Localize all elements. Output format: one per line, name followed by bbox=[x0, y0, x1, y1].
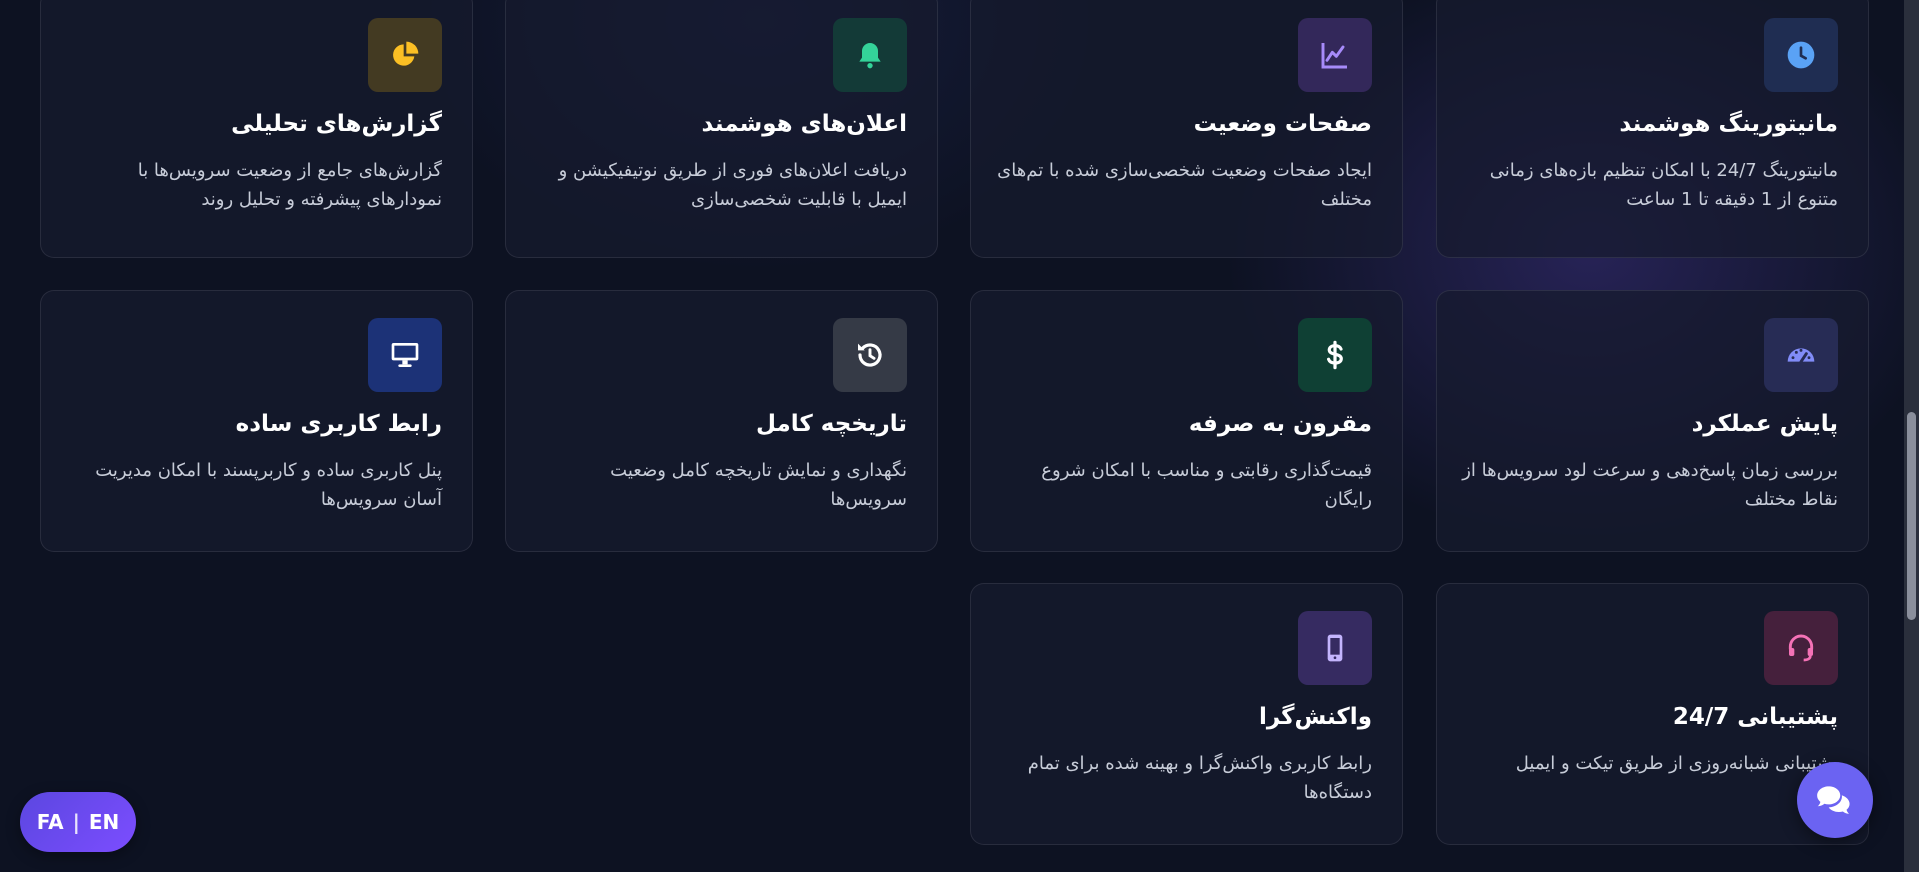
desktop-icon bbox=[368, 318, 442, 392]
scrollbar-thumb[interactable] bbox=[1907, 412, 1916, 620]
language-toggle-button[interactable]: FA | EN bbox=[20, 792, 136, 852]
feature-description: بررسی زمان پاسخ‌دهی و سرعت لود سرویس‌ها … bbox=[1462, 460, 1838, 510]
chat-button[interactable] bbox=[1797, 762, 1873, 838]
feature-title: رابط کاربری ساده bbox=[235, 411, 442, 437]
clock-icon bbox=[1764, 18, 1838, 92]
feature-card-ui: رابط کاربری ساده پنل کاربری ساده و کاربر… bbox=[40, 290, 473, 552]
feature-card-monitoring: مانیتورینگ هوشمند مانیتورینگ 24/7 با امک… bbox=[1436, 0, 1869, 258]
language-en-option[interactable]: EN bbox=[89, 810, 119, 834]
feature-description: نگهداری و نمایش تاریخچه کامل وضعیت سرویس… bbox=[610, 460, 907, 510]
feature-title: مقرون به صرفه bbox=[1188, 411, 1372, 437]
page-scrollbar[interactable] bbox=[1904, 0, 1919, 872]
dollar-icon bbox=[1298, 318, 1372, 392]
mobile-icon bbox=[1298, 611, 1372, 685]
feature-description: پنل کاربری ساده و کاربرپسند با امکان مدی… bbox=[95, 460, 442, 510]
feature-card-status-pages: صفحات وضعیت ایجاد صفحات وضعیت شخصی‌سازی … bbox=[970, 0, 1403, 258]
feature-card-pricing: مقرون به صرفه قیمت‌گذاری رقابتی و مناسب … bbox=[970, 290, 1403, 552]
feature-card-history: تاریخچه کامل نگهداری و نمایش تاریخچه کام… bbox=[505, 290, 938, 552]
feature-card-performance: پایش عملکرد بررسی زمان پاسخ‌دهی و سرعت ل… bbox=[1436, 290, 1869, 552]
history-icon bbox=[833, 318, 907, 392]
feature-card-reports: گزارش‌های تحلیلی گزارش‌های جامع از وضعیت… bbox=[40, 0, 473, 258]
feature-description: ایجاد صفحات وضعیت شخصی‌سازی شده با تم‌ها… bbox=[997, 160, 1372, 210]
feature-description: پشتیبانی شبانه‌روزی از طریق تیکت و ایمیل bbox=[1515, 753, 1838, 774]
feature-title: پایش عملکرد bbox=[1691, 411, 1838, 437]
feature-title: تاریخچه کامل bbox=[755, 411, 907, 437]
headset-icon bbox=[1764, 611, 1838, 685]
feature-description: رابط کاربری واکنش‌گرا و بهینه شده برای ت… bbox=[1027, 753, 1372, 803]
gauge-icon bbox=[1764, 318, 1838, 392]
feature-card-responsive: واکنش‌گرا رابط کاربری واکنش‌گرا و بهینه … bbox=[970, 583, 1403, 845]
feature-card-alerts: اعلان‌های هوشمند دریافت اعلان‌های فوری ا… bbox=[505, 0, 938, 258]
feature-title: واکنش‌گرا bbox=[1258, 704, 1372, 730]
feature-title: پشتیبانی 24/7 bbox=[1672, 704, 1838, 730]
feature-title: اعلان‌های هوشمند bbox=[701, 111, 907, 137]
feature-description: گزارش‌های جامع از وضعیت سرویس‌ها با نمود… bbox=[137, 160, 442, 210]
language-separator: | bbox=[72, 810, 80, 834]
feature-description: مانیتورینگ 24/7 با امکان تنظیم بازه‌های … bbox=[1489, 160, 1838, 210]
feature-title: گزارش‌های تحلیلی bbox=[231, 111, 442, 137]
chart-line-icon bbox=[1298, 18, 1372, 92]
feature-description: قیمت‌گذاری رقابتی و مناسب با امکان شروع … bbox=[1041, 460, 1372, 510]
chat-bubbles-icon bbox=[1817, 786, 1850, 814]
bell-icon bbox=[833, 18, 907, 92]
language-fa-option[interactable]: FA bbox=[37, 810, 64, 834]
feature-title: صفحات وضعیت bbox=[1193, 111, 1372, 137]
feature-description: دریافت اعلان‌های فوری از طریق نوتیفیکیشن… bbox=[558, 160, 907, 210]
feature-title: مانیتورینگ هوشمند bbox=[1619, 111, 1838, 137]
pie-chart-icon bbox=[368, 18, 442, 92]
